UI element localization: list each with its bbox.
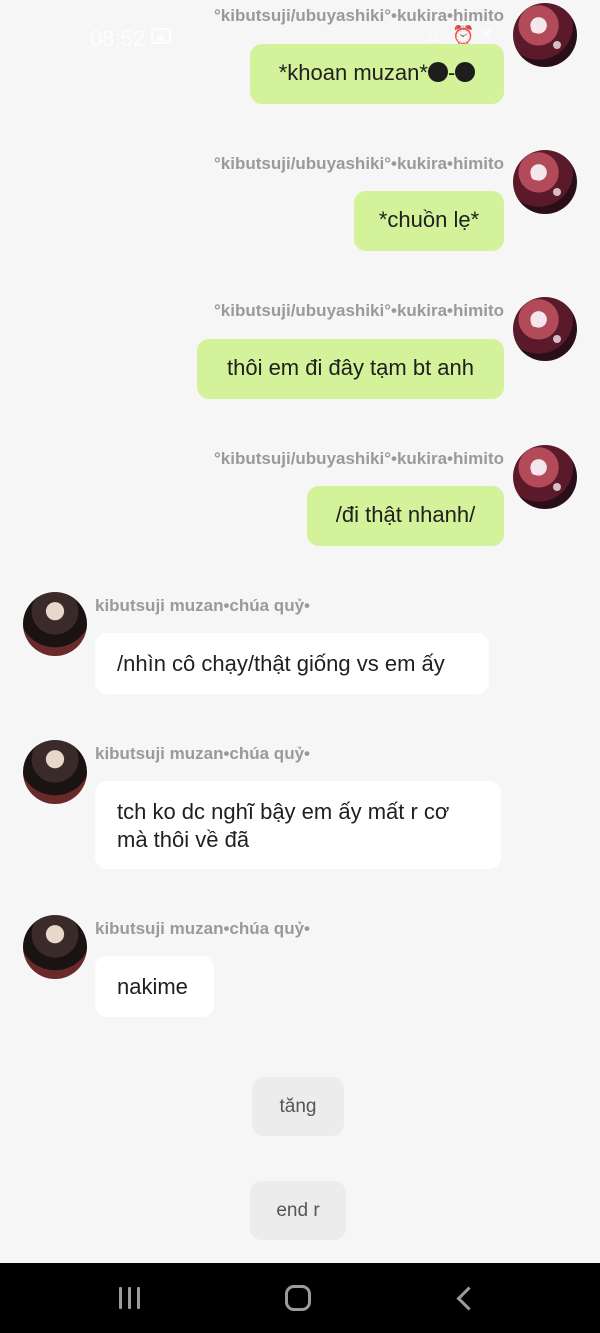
mute-icon: ✕: [478, 25, 494, 45]
gallery-notification-icon: [151, 28, 171, 44]
message-suffix: -: [447, 60, 456, 85]
sender-name: kibutsuji muzan•chúa quỷ•: [95, 919, 310, 938]
avatar[interactable]: [513, 445, 577, 509]
message-bubble[interactable]: tch ko dc nghĩ bậy em ấy mất r cơ mà thô…: [95, 781, 501, 869]
message-bubble[interactable]: thôi em đi đây tạm bt anh: [197, 339, 504, 399]
sender-name: °kibutsuji/ubuyashiki°•kukira•himito: [214, 6, 504, 25]
message-text: /nhìn cô chạy/thật giống vs em ấy: [117, 651, 445, 676]
lock-icon: ⌂: [428, 25, 439, 45]
message-bubble[interactable]: /đi thật nhanh/: [307, 486, 504, 546]
action-label: end r: [276, 1199, 320, 1221]
message-bubble[interactable]: *khoan muzan* -: [250, 44, 504, 104]
action-button-tang[interactable]: tăng: [252, 1077, 344, 1136]
message-text: *khoan muzan*: [278, 60, 428, 85]
message-bubble[interactable]: *chuồn lẹ*: [354, 191, 504, 251]
navigation-bar: [0, 1263, 600, 1333]
avatar[interactable]: [513, 150, 577, 214]
dot-emoji-icon: [455, 62, 476, 82]
home-icon[interactable]: [285, 1285, 311, 1311]
message-text: thôi em đi đây tạm bt anh: [226, 355, 475, 380]
sender-name: °kibutsuji/ubuyashiki°•kukira•himito: [214, 301, 504, 320]
alarm-icon: ⏰: [452, 25, 475, 45]
message-bubble[interactable]: /nhìn cô chạy/thật giống vs em ấy: [95, 633, 489, 694]
avatar[interactable]: [23, 740, 87, 804]
action-label: tăng: [279, 1095, 317, 1117]
recents-icon[interactable]: [117, 1285, 147, 1313]
message-text: /đi thật nhanh/: [335, 502, 476, 527]
back-icon[interactable]: [452, 1285, 482, 1313]
sender-name: kibutsuji muzan•chúa quỷ•: [95, 744, 310, 763]
message-text: tch ko dc nghĩ bậy em ấy mất r cơ mà thô…: [117, 799, 450, 852]
sender-name: °kibutsuji/ubuyashiki°•kukira•himito: [214, 449, 504, 468]
chat-screen: 08:52 ⌂ ⏰ ✕ ≋ ⊘ ▮ °kibutsuji/ubuyashiki°…: [0, 0, 600, 1333]
avatar[interactable]: [513, 3, 577, 67]
sender-name: kibutsuji muzan•chúa quỷ•: [95, 596, 310, 615]
avatar[interactable]: [513, 297, 577, 361]
message-bubble[interactable]: nakime: [95, 956, 214, 1017]
action-button-end[interactable]: end r: [250, 1181, 346, 1240]
avatar[interactable]: [23, 915, 87, 979]
status-time: 08:52: [90, 26, 146, 51]
message-text: nakime: [117, 974, 188, 999]
dot-emoji-icon: [427, 62, 448, 82]
sender-name: °kibutsuji/ubuyashiki°•kukira•himito: [214, 154, 504, 173]
message-text: *chuồn lẹ*: [378, 207, 480, 232]
avatar[interactable]: [23, 592, 87, 656]
